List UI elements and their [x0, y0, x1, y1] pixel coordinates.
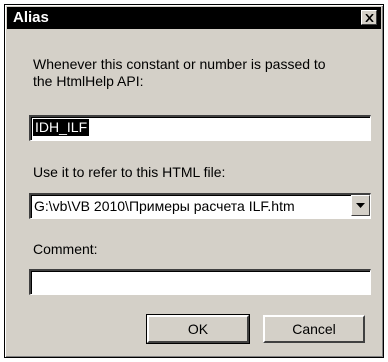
- file-label: Use it to refer to this HTML file:: [33, 164, 226, 180]
- alias-input[interactable]: IDH_ILF: [29, 115, 371, 141]
- close-button[interactable]: [361, 10, 377, 25]
- ok-button[interactable]: OK: [146, 314, 250, 344]
- alias-label-line2: the HtmlHelp API:: [33, 73, 144, 89]
- dialog-title: Alias: [13, 9, 49, 26]
- cancel-button[interactable]: Cancel: [263, 315, 365, 343]
- title-bar[interactable]: Alias: [7, 7, 381, 29]
- dropdown-arrow-icon: [356, 203, 365, 208]
- alias-dialog: Alias Whenever this constant or number i…: [4, 4, 384, 358]
- html-file-value: G:\vb\VB 2010\Примеры расчета ILF.htm: [34, 198, 295, 214]
- comment-label: Comment:: [33, 241, 98, 257]
- html-file-dropdown[interactable]: G:\vb\VB 2010\Примеры расчета ILF.htm: [29, 193, 371, 219]
- alias-value: IDH_ILF: [33, 119, 90, 136]
- comment-input[interactable]: [29, 269, 371, 295]
- alias-label-line1: Whenever this constant or number is pass…: [33, 56, 326, 72]
- dropdown-button[interactable]: [351, 195, 370, 216]
- close-icon: [364, 13, 374, 22]
